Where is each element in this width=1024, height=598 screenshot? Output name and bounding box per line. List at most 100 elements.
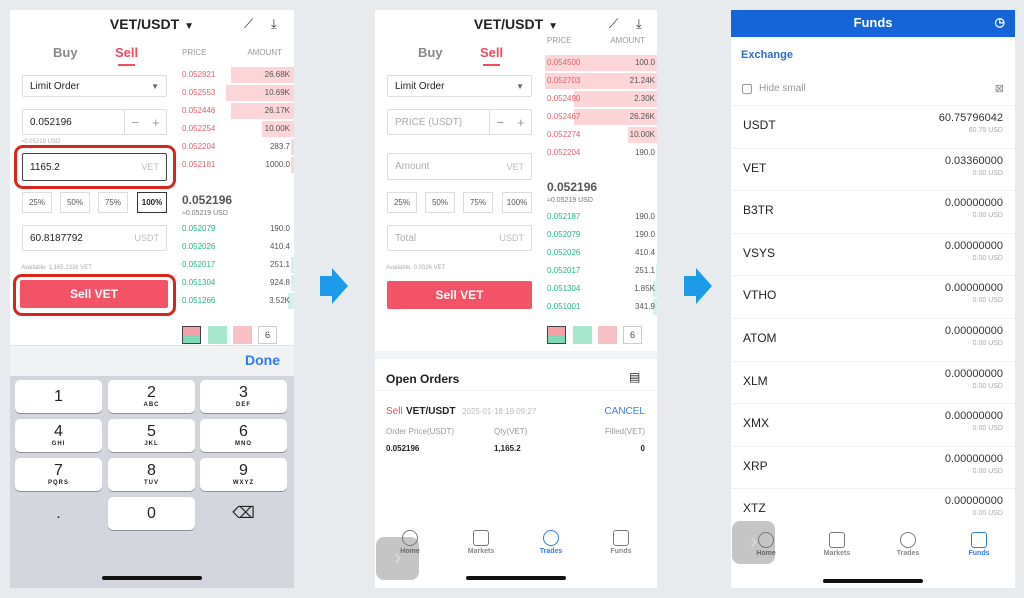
amount-input[interactable]: 1165.2 VET (22, 153, 167, 181)
download-icon[interactable]: ⤓ (271, 16, 277, 32)
ask-row[interactable]: 0.052553 10.69K (180, 85, 294, 101)
order-type-select[interactable]: Limit Order ▼ (22, 75, 167, 97)
tab-sell[interactable]: Sell (115, 45, 138, 66)
minus-icon[interactable]: − (496, 115, 504, 130)
tab-buy[interactable]: Buy (418, 45, 443, 60)
asset-row[interactable]: XRP 0.00000000 0.00 USD (731, 445, 1015, 488)
asset-row[interactable]: XMX 0.00000000 0.00 USD (731, 403, 1015, 445)
minus-icon[interactable]: − (131, 115, 139, 130)
ask-row[interactable]: 0.052490 2.30K (545, 91, 657, 107)
ask-row[interactable]: 0.052446 26.17K (180, 103, 294, 119)
asset-row[interactable]: VTHO 0.00000000 0.00 USD (731, 275, 1015, 317)
key-8[interactable]: 8 TUV (108, 458, 195, 491)
chart-icon[interactable]: ⟋ (609, 16, 618, 32)
percent-50[interactable]: 50% (425, 192, 455, 213)
ask-row[interactable]: 0.052181 1000.0 (180, 157, 294, 173)
total-input[interactable]: Total USDT (387, 225, 532, 251)
bid-row[interactable]: 0.052017 251.1 (545, 263, 657, 279)
key-4[interactable]: 4 GHI (15, 419, 102, 452)
bid-row[interactable]: 0.051266 3.52K (180, 293, 294, 309)
ask-row[interactable]: 0.052467 26.26K (545, 109, 657, 125)
key-3[interactable]: 3 DEF (200, 380, 287, 413)
nav-trades[interactable]: Trades (883, 532, 933, 557)
price-input[interactable]: 0.052196 − + (22, 109, 167, 135)
sell-vet-button[interactable]: Sell VET (20, 280, 168, 308)
nav-funds[interactable]: Funds (954, 532, 1004, 557)
bid-row[interactable]: 0.051304 924.8 (180, 275, 294, 291)
view-bids-icon[interactable] (208, 326, 227, 344)
view-both-icon[interactable] (182, 326, 201, 344)
nav-home[interactable]: Home (741, 532, 791, 557)
view-asks-icon[interactable] (233, 326, 252, 344)
depth-selector[interactable]: 6 (623, 326, 642, 344)
depth-selector[interactable]: 6 (258, 326, 277, 344)
ask-row[interactable]: 0.052703 21.24K (545, 73, 657, 89)
exchange-tab[interactable]: Exchange (741, 49, 793, 61)
nav-funds[interactable]: Funds (596, 530, 646, 555)
bid-row[interactable]: 0.052026 410.4 (180, 239, 294, 255)
percent-75[interactable]: 75% (463, 192, 493, 213)
ask-row[interactable]: 0.052274 10.00K (545, 127, 657, 143)
asset-row[interactable]: USDT 60.75796042 60.75 USD (731, 105, 1015, 147)
order-history-icon[interactable]: ▤ (629, 370, 640, 384)
key-0[interactable]: 0 (108, 497, 195, 530)
key-6[interactable]: 6 MNO (200, 419, 287, 452)
bid-row[interactable]: 0.052079 190.0 (545, 227, 657, 243)
tab-sell[interactable]: Sell (480, 45, 503, 66)
order-type-select[interactable]: Limit Order ▼ (387, 75, 532, 97)
key-5[interactable]: 5 JKL (108, 419, 195, 452)
total-input[interactable]: 60.8187792 USDT (22, 225, 167, 251)
amount-input[interactable]: Amount VET (387, 153, 532, 180)
done-button[interactable]: Done (245, 352, 280, 368)
view-both-icon[interactable] (547, 326, 566, 344)
bid-row[interactable]: 0.052187 190.0 (545, 209, 657, 225)
hide-small-checkbox[interactable] (742, 84, 752, 94)
cancel-order-button[interactable]: CANCEL (604, 406, 645, 417)
asset-row[interactable]: XLM 0.00000000 0.00 USD (731, 360, 1015, 403)
asset-balance: 0.00000000 (944, 495, 1003, 508)
asset-row[interactable]: VSYS 0.00000000 0.00 USD (731, 232, 1015, 275)
bid-row[interactable]: 0.051001 341.9 (545, 299, 657, 315)
view-asks-icon[interactable] (598, 326, 617, 344)
bid-row[interactable]: 0.051304 1.85K (545, 281, 657, 297)
key-2[interactable]: 2 ABC (108, 380, 195, 413)
amount-value: 1165.2 (30, 161, 60, 173)
key-.[interactable]: . (15, 497, 102, 530)
view-bids-icon[interactable] (573, 326, 592, 344)
percent-100[interactable]: 100% (502, 192, 532, 213)
price-input[interactable]: PRICE (USDT) − + (387, 109, 532, 135)
key-9[interactable]: 9 WXYZ (200, 458, 287, 491)
bid-row[interactable]: 0.052026 410.4 (545, 245, 657, 261)
plus-icon[interactable]: + (517, 115, 525, 130)
plus-icon[interactable]: + (152, 115, 160, 130)
bid-row[interactable]: 0.052017 251.1 (180, 257, 294, 273)
percent-25[interactable]: 25% (22, 192, 52, 213)
percent-100[interactable]: 100% (137, 192, 167, 213)
asset-row[interactable]: B3TR 0.00000000 0.00 USD (731, 190, 1015, 232)
percent-75[interactable]: 75% (98, 192, 128, 213)
sell-vet-button[interactable]: Sell VET (387, 281, 532, 309)
tab-buy[interactable]: Buy (53, 45, 78, 60)
clear-icon[interactable]: ⊠ (995, 82, 1004, 95)
key-1[interactable]: 1 (15, 380, 102, 413)
asset-row[interactable]: VET 0.03360000 0.00 USD (731, 147, 1015, 190)
nav-trades[interactable]: Trades (526, 530, 576, 555)
asset-row[interactable]: ATOM 0.00000000 0.00 USD (731, 318, 1015, 360)
bid-row[interactable]: 0.052079 190.0 (180, 221, 294, 237)
nav-markets[interactable]: Markets (456, 530, 506, 555)
nav-markets[interactable]: Markets (812, 532, 862, 557)
ask-row[interactable]: 0.052204 190.0 (545, 145, 657, 161)
ask-row[interactable]: 0.052204 283.7 (180, 139, 294, 155)
ask-row[interactable]: 0.052821 26.68K (180, 67, 294, 83)
percent-50[interactable]: 50% (60, 192, 90, 213)
percent-25[interactable]: 25% (387, 192, 417, 213)
ask-row[interactable]: 0.052254 10.00K (180, 121, 294, 137)
backspace-key[interactable]: ⌫ (200, 497, 287, 530)
nav-home[interactable]: Home (385, 530, 435, 555)
history-clock-icon[interactable]: ◷ (995, 10, 1005, 35)
key-7[interactable]: 7 PQRS (15, 458, 102, 491)
chart-icon[interactable]: ⟋ (244, 16, 253, 32)
ask-row[interactable]: 0.054500 100.0 (545, 55, 657, 71)
asset-balance: 0.03360000 (944, 154, 1003, 167)
download-icon[interactable]: ⤓ (636, 16, 642, 32)
